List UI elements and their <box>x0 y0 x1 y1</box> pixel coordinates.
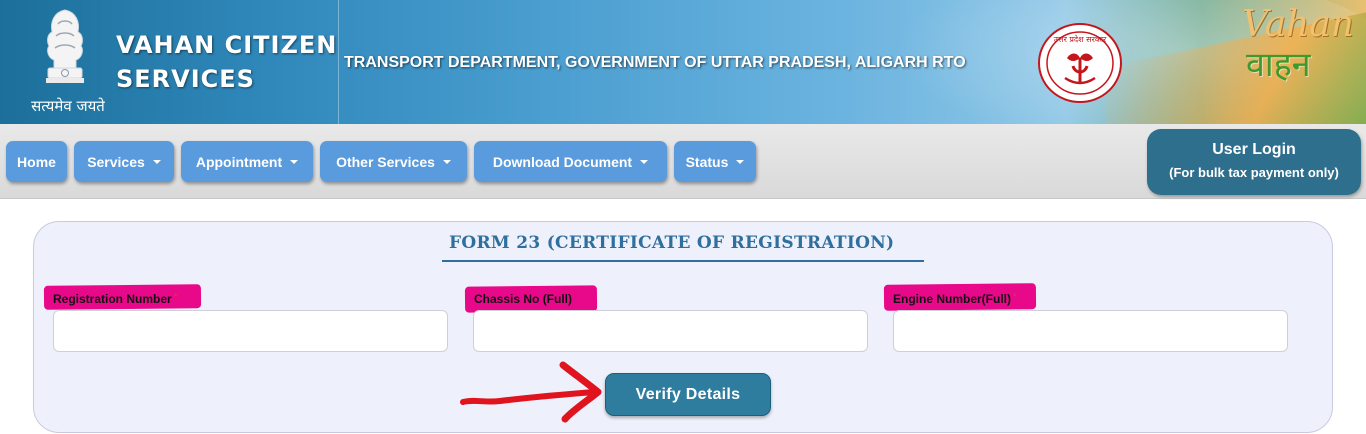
engine-number-label: Engine Number(Full) * <box>893 292 1017 306</box>
site-header: सत्यमेव जयते VAHAN CITIZEN SERVICES TRAN… <box>0 0 1366 124</box>
nav-download-document-label: Download Document <box>492 153 633 170</box>
caret-down-icon <box>442 159 451 164</box>
up-government-seal-icon: उत्तर प्रदेश सरकार <box>1038 23 1122 103</box>
nav-home[interactable]: Home <box>6 141 67 182</box>
form-title-underline <box>442 260 924 262</box>
required-marker: * <box>1013 292 1017 303</box>
user-login-button[interactable]: User Login (For bulk tax payment only) <box>1147 129 1361 195</box>
caret-down-icon <box>152 159 161 164</box>
user-login-label: User Login <box>1212 141 1296 158</box>
registration-number-label: Registration Number * <box>53 292 178 306</box>
nav-home-label: Home <box>17 153 56 170</box>
vahan-logo-english: Vahan <box>1242 4 1354 45</box>
nav-status[interactable]: Status <box>674 141 756 182</box>
nav-other-services[interactable]: Other Services <box>320 141 467 182</box>
site-title-line1: VAHAN CITIZEN <box>116 31 338 59</box>
verify-details-button[interactable]: Verify Details <box>605 373 771 416</box>
nav-services-label: Services <box>87 153 145 170</box>
department-title: TRANSPORT DEPARTMENT, GOVERNMENT OF UTTA… <box>344 54 966 71</box>
registration-number-input[interactable] <box>53 310 448 352</box>
state-logo-text: उत्तर प्रदेश सरकार <box>1054 34 1107 44</box>
required-marker: * <box>173 292 178 303</box>
emblem-motto: सत्यमेव जयते <box>31 97 105 115</box>
engine-number-label-text: Engine Number(Full) <box>893 292 1011 306</box>
main-navbar: Home Services Appointment Other Services… <box>0 124 1366 199</box>
vahan-logo: Vahan वाहन <box>1228 0 1358 85</box>
red-arrow-annotation <box>460 361 602 423</box>
nav-appointment[interactable]: Appointment <box>181 141 313 182</box>
chassis-number-label: Chassis No (Full) <box>474 292 572 306</box>
registration-number-label-text: Registration Number <box>53 292 172 306</box>
nav-services[interactable]: Services <box>74 141 174 182</box>
chassis-number-input[interactable] <box>473 310 868 352</box>
ashoka-lion-icon <box>46 9 84 83</box>
caret-down-icon <box>290 159 299 164</box>
site-title: VAHAN CITIZEN SERVICES <box>116 28 337 96</box>
user-login-subtitle: (For bulk tax payment only) <box>1169 165 1339 180</box>
site-title-line2: SERVICES <box>116 65 255 93</box>
vahan-logo-hindi: वाहन <box>1246 45 1311 85</box>
nav-appointment-label: Appointment <box>195 153 283 170</box>
nav-download-document[interactable]: Download Document <box>474 141 667 182</box>
caret-down-icon <box>640 159 649 164</box>
form-title: FORM 23 (CERTIFICATE OF REGISTRATION) <box>449 233 895 253</box>
engine-number-input[interactable] <box>893 310 1288 352</box>
chassis-number-label-text: Chassis No (Full) <box>474 292 573 306</box>
nav-other-services-label: Other Services <box>336 153 435 170</box>
caret-down-icon <box>736 159 745 164</box>
national-emblem: सत्यमेव जयते <box>22 6 112 118</box>
header-divider <box>338 0 339 124</box>
nav-status-label: Status <box>685 153 729 170</box>
